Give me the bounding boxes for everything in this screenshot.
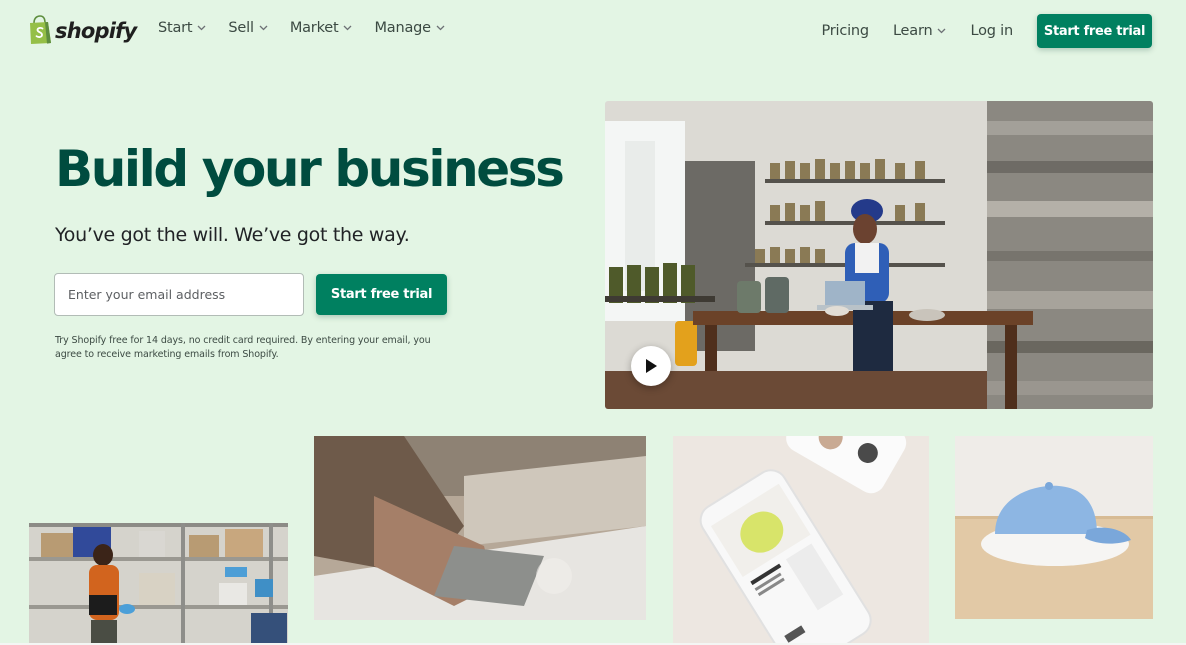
hero-subtitle: You’ve got the will. We’ve got the way. <box>55 224 410 246</box>
chevron-down-icon <box>344 25 352 31</box>
woodworker-sanding-photo <box>314 436 646 620</box>
nav-sell-label: Sell <box>228 20 254 36</box>
nav-start-label: Start <box>158 20 193 36</box>
chevron-down-icon <box>436 25 445 31</box>
site-header: shopify Start Sell Market Manage Pricing… <box>0 0 1186 64</box>
warehouse-worker-photo <box>29 523 288 645</box>
header-start-free-trial-button[interactable]: Start free trial <box>1037 14 1152 48</box>
baseball-cap-photo <box>955 436 1153 619</box>
nav-learn-label: Learn <box>892 23 933 39</box>
shopping-bag-icon <box>30 15 51 44</box>
play-icon <box>646 359 657 373</box>
chevron-down-icon <box>259 25 268 31</box>
hero-video-thumbnail[interactable] <box>605 101 1153 409</box>
hero-start-free-trial-button[interactable]: Start free trial <box>316 274 447 315</box>
logo-wordmark: shopify <box>55 18 137 43</box>
nav-start[interactable]: Start <box>158 20 206 36</box>
nav-sell[interactable]: Sell <box>228 20 268 36</box>
play-video-button[interactable] <box>631 346 671 386</box>
shopify-logo[interactable]: shopify <box>28 14 137 46</box>
nav-pricing[interactable]: Pricing <box>821 23 869 39</box>
primary-nav: Start Sell Market Manage <box>158 20 467 36</box>
mobile-store-photo <box>673 436 929 645</box>
nav-market-label: Market <box>289 20 339 36</box>
secondary-nav: Pricing Learn Log in Start free trial <box>821 14 1152 48</box>
chevron-down-icon <box>197 25 206 31</box>
chevron-down-icon <box>938 28 946 34</box>
trial-disclaimer: Try Shopify free for 14 days, no credit … <box>55 335 431 360</box>
hero-title: Build your business <box>55 140 565 198</box>
nav-market[interactable]: Market <box>290 20 353 36</box>
nav-manage-label: Manage <box>374 20 431 36</box>
email-input[interactable] <box>54 273 304 316</box>
nav-login[interactable]: Log in <box>970 23 1013 39</box>
nav-manage[interactable]: Manage <box>374 20 445 36</box>
nav-learn[interactable]: Learn <box>893 23 947 39</box>
shop-owner-photo <box>605 101 1153 409</box>
